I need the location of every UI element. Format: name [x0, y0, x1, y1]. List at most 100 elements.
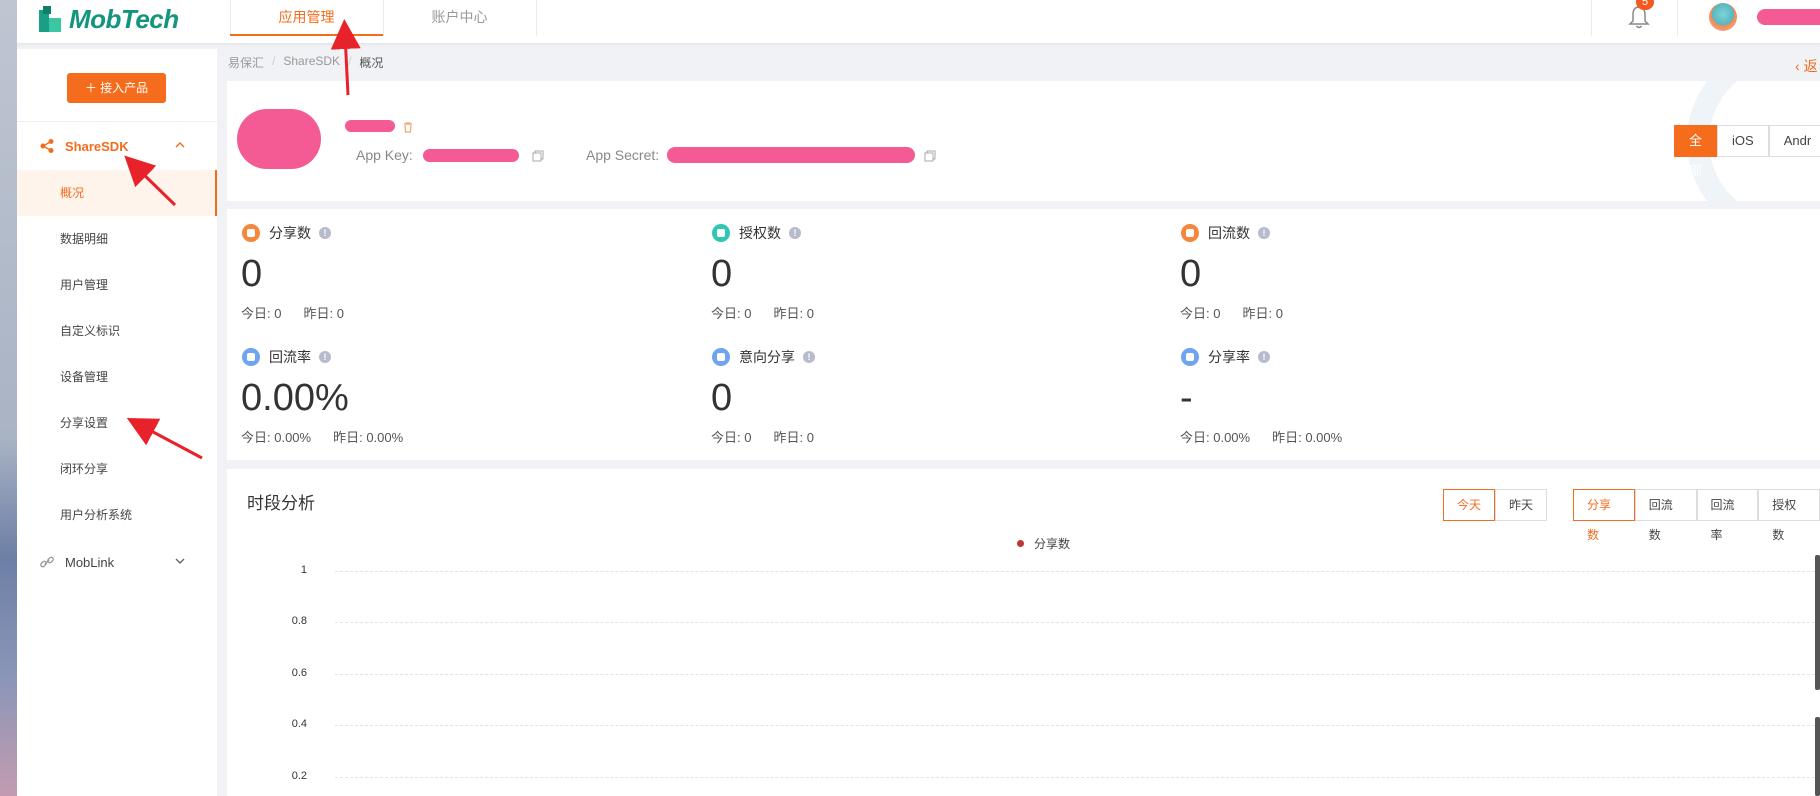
mobtech-logo[interactable]: MobTech: [37, 2, 179, 36]
copy-icon[interactable]: [532, 150, 544, 162]
sidebar-item-user-analysis[interactable]: 用户分析系统: [17, 492, 217, 538]
platform-all-button[interactable]: 全部: [1674, 125, 1718, 178]
day-selector: 今天 昨天: [1443, 489, 1548, 521]
stat-yesterday: 昨日: 0: [1242, 306, 1283, 321]
info-icon[interactable]: !: [319, 227, 331, 239]
scrollbar-thumb[interactable]: [1815, 717, 1820, 796]
metric-backflow-count-button[interactable]: 回流数: [1634, 489, 1697, 542]
chart-legend[interactable]: 分享数: [1017, 535, 1070, 552]
platform-android-button[interactable]: Andr: [1768, 125, 1820, 157]
time-analysis-panel: 时段分析 今天 昨天 分享数 回流数 回流率 授权数 分享数 1 0.8 0.6 0.…: [227, 469, 1820, 796]
stat-yesterday: 昨日: 0: [773, 306, 814, 321]
share-arrow-icon: [242, 224, 260, 242]
stat-title: 意向分享: [739, 349, 795, 365]
gridline: [335, 776, 1820, 778]
y-tick-label: 0.8: [291, 615, 307, 628]
stat-yesterday: 昨日: 0.00%: [333, 430, 404, 445]
legend-label: 分享数: [1034, 537, 1071, 551]
redacted-app-name: [345, 120, 395, 132]
scrollbar-thumb[interactable]: [1815, 555, 1820, 690]
breadcrumb-item[interactable]: 易保汇: [228, 54, 264, 71]
redacted-app-key: [423, 149, 519, 162]
metric-selector: 分享数 回流数 回流率 授权数: [1573, 489, 1820, 542]
sidebar-item-share-settings[interactable]: 分享设置: [17, 400, 217, 446]
section-title: 时段分析: [247, 494, 315, 513]
copy-icon[interactable]: [924, 150, 936, 162]
breadcrumb-item[interactable]: ShareSDK: [283, 54, 340, 71]
stat-title: 分享率: [1208, 349, 1250, 365]
info-icon[interactable]: !: [1258, 227, 1270, 239]
stats-panel: 分享数 ! 0 今日: 0 昨日: 0 授权数 ! 0 今日: 0 昨日: 0 回流…: [227, 209, 1820, 460]
y-tick-label: 0.4: [291, 718, 307, 731]
info-icon[interactable]: !: [789, 227, 801, 239]
sidebar-group-label: ShareSDK: [65, 138, 129, 154]
stat-today: 今日: 0.00%: [1180, 430, 1251, 445]
info-icon[interactable]: !: [319, 351, 331, 363]
platform-selector: 全部 iOS Andr: [1674, 125, 1820, 178]
notification-badge: 5: [1636, 0, 1654, 10]
gridline: [335, 571, 1820, 572]
share-rate-icon: [1181, 348, 1199, 366]
chevron-up-icon: [175, 142, 185, 148]
metric-backflow-rate-button[interactable]: 回流率: [1696, 489, 1759, 542]
yesterday-button[interactable]: 昨天: [1495, 489, 1548, 521]
sidebar-group-moblink[interactable]: MobLink: [17, 540, 217, 584]
trash-icon[interactable]: [403, 122, 413, 133]
sidebar-group-sharesdk[interactable]: ShareSDK: [17, 124, 217, 168]
chevron-down-icon: [175, 558, 185, 564]
desktop-background-strip: [0, 0, 17, 796]
stat-title: 授权数: [739, 225, 781, 241]
stat-yesterday: 昨日: 0: [773, 430, 814, 445]
stat-today: 今日: 0: [711, 306, 752, 321]
sidebar: ＋ 接入产品 ShareSDK 概况 数据明细 用户管理 自定义标识 设备管理 …: [17, 49, 217, 796]
sidebar-item-closed-loop-share[interactable]: 闭环分享: [17, 446, 217, 492]
sidebar-divider: [17, 121, 217, 122]
stat-value: 0: [711, 377, 733, 419]
metric-share-count-button[interactable]: 分享数: [1573, 489, 1635, 542]
stat-title: 回流数: [1208, 225, 1250, 241]
sidebar-item-user-management[interactable]: 用户管理: [17, 262, 217, 308]
sidebar-item-data-detail[interactable]: 数据明细: [17, 216, 217, 262]
y-tick-label: 1: [300, 564, 307, 576]
stat-today: 今日: 0.00%: [241, 430, 312, 445]
info-icon[interactable]: !: [803, 351, 815, 363]
platform-ios-button[interactable]: iOS: [1717, 125, 1769, 157]
breadcrumb: 易保汇 / ShareSDK / 概况: [228, 54, 383, 71]
sidebar-item-overview[interactable]: 概况: [17, 170, 217, 216]
metric-auth-count-button[interactable]: 授权数: [1758, 489, 1820, 542]
legend-marker: [1017, 540, 1024, 547]
y-tick-label: 0.2: [291, 769, 307, 782]
shield-check-icon: [712, 224, 730, 242]
stat-yesterday: 昨日: 0: [303, 306, 344, 321]
tab-app-management[interactable]: 应用管理: [230, 0, 383, 36]
y-tick-label: 0.6: [291, 666, 307, 679]
sidebar-item-custom-tag[interactable]: 自定义标识: [17, 308, 217, 354]
stat-share-count: 分享数 ! 0 今日: 0 昨日: 0: [227, 223, 727, 322]
nav-divider: [1591, 0, 1592, 36]
breadcrumb-separator: /: [272, 54, 276, 68]
back-label: 返: [1803, 58, 1818, 74]
app-key-label: App Key:: [356, 147, 413, 163]
stat-yesterday: 昨日: 0.00%: [1272, 430, 1343, 445]
today-button[interactable]: 今天: [1443, 489, 1496, 521]
avatar[interactable]: [1709, 3, 1737, 31]
redacted-app-secret: [667, 147, 915, 163]
sidebar-group-label: MobLink: [65, 554, 115, 570]
stat-share-rate: 分享率 ! - 今日: 0.00% 昨日: 0.00%: [1166, 347, 1666, 446]
breadcrumb-current: 概况: [359, 56, 384, 70]
tab-account-center[interactable]: 账户中心: [383, 0, 536, 36]
stat-value: -: [1180, 377, 1193, 419]
backflow-rate-icon: [242, 348, 260, 366]
add-product-button[interactable]: ＋ 接入产品: [67, 73, 166, 103]
nav-divider: [1677, 0, 1678, 36]
share-icon: [40, 139, 54, 153]
info-icon[interactable]: !: [1258, 351, 1270, 363]
app-info-card: App Key: App Secret: 全部 iOS Andr: [227, 81, 1820, 201]
back-link[interactable]: ‹ 返: [1795, 56, 1818, 76]
stat-backflow-rate: 回流率 ! 0.00% 今日: 0.00% 昨日: 0.00%: [227, 347, 727, 446]
stat-today: 今日: 0: [1180, 306, 1221, 321]
stat-today: 今日: 0: [241, 306, 282, 321]
sidebar-item-device-management[interactable]: 设备管理: [17, 354, 217, 400]
stat-today: 今日: 0: [711, 430, 752, 445]
top-navigation-bar: MobTech 应用管理 账户中心 5: [17, 0, 1820, 43]
